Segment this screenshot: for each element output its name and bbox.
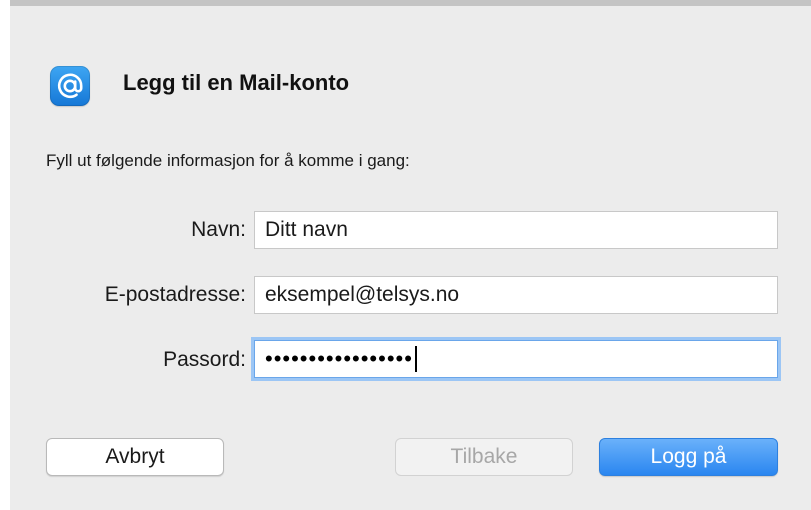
intro-text: Fyll ut følgende informasjon for å komme… xyxy=(46,151,410,170)
email-label: E-postadresse: xyxy=(104,283,246,306)
password-field[interactable]: ••••••••••••••••• xyxy=(254,340,778,378)
password-label: Passord: xyxy=(163,348,246,371)
name-label: Navn: xyxy=(191,218,246,241)
add-mail-account-dialog: Legg til en Mail-konto Fyll ut følgende … xyxy=(10,0,811,510)
password-field-value: ••••••••••••••••• xyxy=(265,346,413,371)
email-field-value: eksempel@telsys.no xyxy=(265,283,460,306)
at-sign-glyph xyxy=(57,73,83,99)
back-button[interactable]: Tilbake xyxy=(395,438,573,476)
email-field[interactable]: eksempel@telsys.no xyxy=(254,276,778,314)
dialog-title: Legg til en Mail-konto xyxy=(123,70,350,95)
login-button[interactable]: Logg på xyxy=(599,438,778,476)
name-field-value: Ditt navn xyxy=(265,218,348,241)
text-caret xyxy=(414,346,417,372)
at-sign-icon xyxy=(50,66,90,106)
name-field[interactable]: Ditt navn xyxy=(254,211,778,249)
cancel-button[interactable]: Avbryt xyxy=(46,438,224,476)
